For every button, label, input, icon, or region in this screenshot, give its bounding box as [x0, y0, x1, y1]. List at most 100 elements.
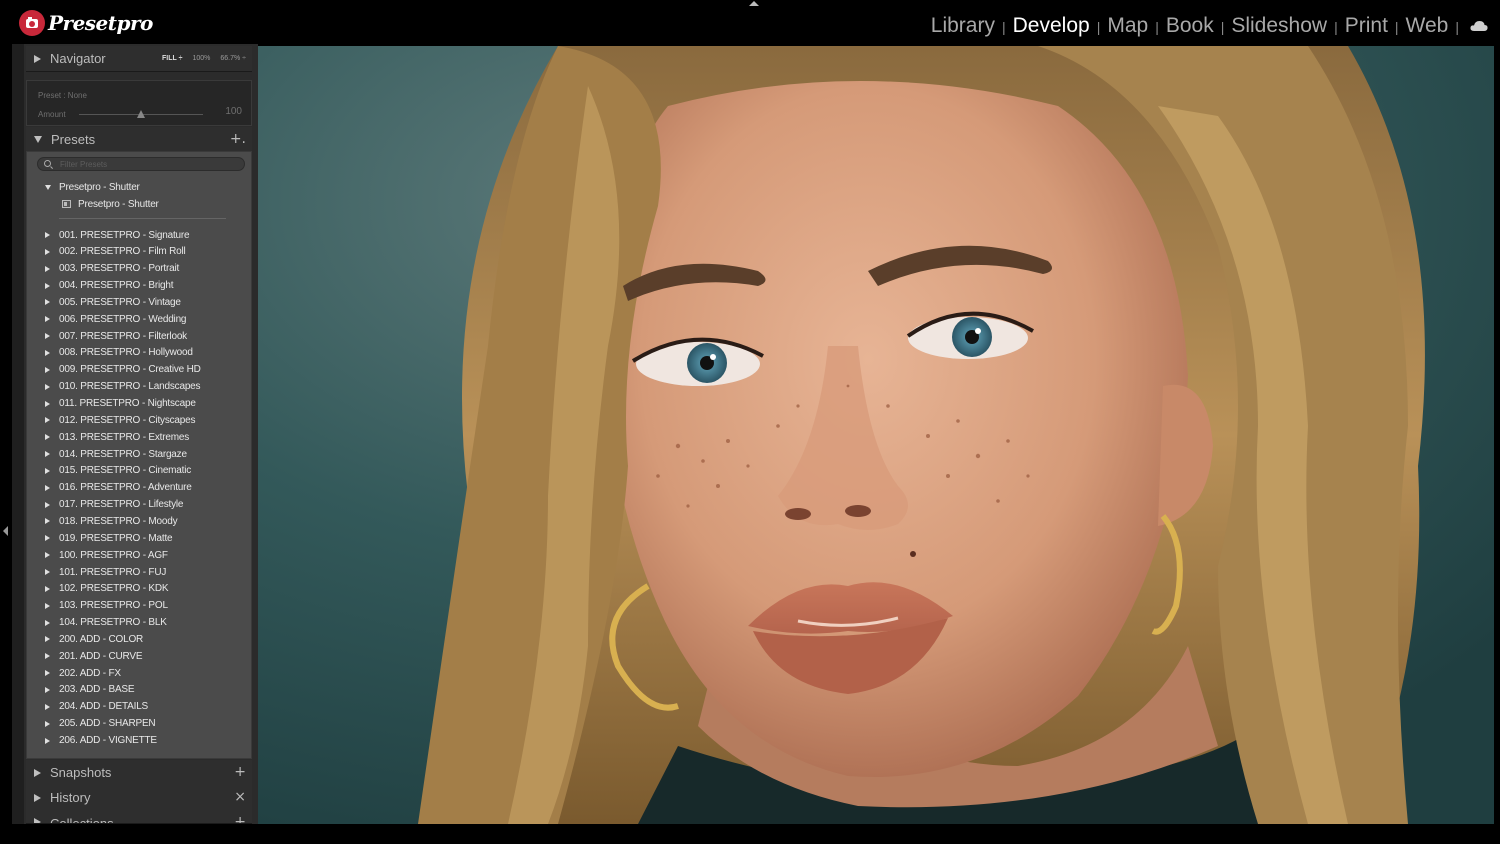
folder-expand-triangle-icon[interactable] [45, 451, 50, 458]
preset-folder[interactable]: 009. PRESETPRO - Creative HD [27, 362, 253, 378]
folder-expand-triangle-icon[interactable] [45, 535, 50, 542]
expand-triangle-icon[interactable] [34, 54, 41, 63]
folder-expand-triangle-icon[interactable] [45, 248, 50, 255]
folder-expand-triangle-icon[interactable] [45, 569, 50, 575]
preset-folder[interactable]: 204. ADD - DETAILS [27, 699, 253, 715]
preset-folder[interactable]: 015. PRESETPRO - Cinematic [27, 463, 253, 479]
folder-expand-triangle-icon[interactable] [45, 602, 50, 609]
preset-folder[interactable]: 101. PRESETPRO - FUJ [27, 564, 253, 580]
folder-collapse-triangle-icon[interactable] [45, 184, 51, 190]
preset-folder[interactable]: 007. PRESETPRO - Filterlook [27, 328, 253, 344]
preset-folder[interactable]: 010. PRESETPRO - Landscapes [27, 379, 253, 395]
folder-expand-triangle-icon[interactable] [45, 501, 50, 508]
preset-folder-expanded[interactable]: Presetpro - Shutter [27, 179, 253, 195]
preset-folder[interactable]: 103. PRESETPRO - POL [27, 598, 253, 614]
folder-expand-triangle-icon[interactable] [45, 417, 50, 424]
amount-value[interactable]: 100 [225, 106, 242, 117]
folder-expand-triangle-icon[interactable] [45, 720, 50, 727]
clear-history-button[interactable]: × [234, 789, 246, 805]
add-snapshot-button[interactable]: + [234, 764, 246, 780]
folder-expand-triangle-icon[interactable] [45, 636, 50, 643]
module-map[interactable]: Map [1107, 14, 1148, 38]
folder-expand-triangle-icon[interactable] [45, 619, 50, 626]
folder-expand-triangle-icon[interactable] [45, 333, 50, 340]
preset-folder[interactable]: 104. PRESETPRO - BLK [27, 615, 253, 631]
preset-folder[interactable]: 006. PRESETPRO - Wedding [27, 311, 253, 327]
module-print[interactable]: Print [1345, 14, 1388, 38]
preset-folder[interactable]: 002. PRESETPRO - Film Roll [27, 244, 253, 260]
preset-folder[interactable]: 014. PRESETPRO - Stargaze [27, 446, 253, 462]
folder-expand-triangle-icon[interactable] [45, 282, 50, 289]
preset-folder[interactable]: 013. PRESETPRO - Extremes [27, 429, 253, 445]
add-collection-button[interactable]: + [234, 814, 246, 823]
preset-item[interactable]: Presetpro - Shutter [27, 196, 253, 212]
folder-expand-triangle-icon[interactable] [45, 737, 50, 744]
folder-expand-triangle-icon[interactable] [45, 686, 50, 693]
folder-expand-triangle-icon[interactable] [45, 265, 50, 272]
preset-folder[interactable]: 201. ADD - CURVE [27, 648, 253, 664]
snapshots-header[interactable]: Snapshots + [26, 760, 252, 786]
module-book[interactable]: Book [1166, 14, 1214, 38]
preset-folder[interactable]: 019. PRESETPRO - Matte [27, 530, 253, 546]
preset-folder-label: 200. ADD - COLOR [59, 633, 144, 645]
filter-presets-field[interactable] [37, 157, 245, 171]
zoom-fill-option[interactable]: FILL ÷ [162, 55, 182, 62]
folder-expand-triangle-icon[interactable] [45, 349, 50, 356]
preset-folder-label: 019. PRESETPRO - Matte [59, 532, 173, 544]
folder-expand-triangle-icon[interactable] [45, 653, 50, 660]
folder-expand-triangle-icon[interactable] [45, 703, 50, 710]
amount-slider-thumb[interactable] [137, 110, 145, 118]
folder-expand-triangle-icon[interactable] [45, 518, 50, 525]
preset-folder[interactable]: 016. PRESETPRO - Adventure [27, 480, 253, 496]
preset-folder[interactable]: 018. PRESETPRO - Moody [27, 513, 253, 529]
collapse-top-panel-arrow-icon[interactable] [749, 1, 759, 6]
preset-folder[interactable]: 100. PRESETPRO - AGF [27, 547, 253, 563]
preset-folder[interactable]: 200. ADD - COLOR [27, 631, 253, 647]
navigator-header[interactable]: Navigator FILL ÷ 100% 66.7% ÷ [26, 46, 252, 72]
collapse-left-panel-arrow-icon[interactable] [3, 526, 8, 536]
cloud-icon[interactable] [1470, 19, 1488, 33]
photo-canvas[interactable] [258, 46, 1494, 824]
expand-triangle-icon[interactable] [34, 793, 41, 802]
zoom-100-option[interactable]: 100% [192, 55, 210, 62]
add-preset-button[interactable]: +. [230, 131, 246, 147]
collections-header[interactable]: Collections + [26, 810, 252, 824]
preset-folder[interactable]: 102. PRESETPRO - KDK [27, 581, 253, 597]
module-web[interactable]: Web [1406, 14, 1449, 38]
module-slideshow[interactable]: Slideshow [1231, 14, 1327, 38]
module-library[interactable]: Library [931, 14, 995, 38]
preset-folder[interactable]: 202. ADD - FX [27, 665, 253, 681]
left-panel-edge[interactable] [0, 44, 12, 824]
module-develop[interactable]: Develop [1013, 14, 1090, 38]
folder-expand-triangle-icon[interactable] [45, 552, 50, 559]
folder-expand-triangle-icon[interactable] [45, 434, 50, 441]
folder-expand-triangle-icon[interactable] [45, 299, 50, 306]
preset-folder[interactable]: 008. PRESETPRO - Hollywood [27, 345, 253, 361]
folder-expand-triangle-icon[interactable] [45, 366, 50, 373]
preset-folder[interactable]: 011. PRESETPRO - Nightscape [27, 396, 253, 412]
presets-header[interactable]: Presets +. [26, 127, 252, 153]
preset-folder[interactable]: 004. PRESETPRO - Bright [27, 278, 253, 294]
preset-folder[interactable]: 003. PRESETPRO - Portrait [27, 261, 253, 277]
preset-folder[interactable]: 005. PRESETPRO - Vintage [27, 294, 253, 310]
folder-expand-triangle-icon[interactable] [45, 670, 50, 677]
preset-folder[interactable]: 001. PRESETPRO - Signature [27, 227, 253, 243]
folder-expand-triangle-icon[interactable] [45, 467, 50, 474]
collapse-triangle-icon[interactable] [34, 136, 42, 143]
folder-expand-triangle-icon[interactable] [45, 400, 50, 407]
folder-expand-triangle-icon[interactable] [45, 484, 50, 491]
history-header[interactable]: History × [26, 785, 252, 811]
preset-folder[interactable]: 203. ADD - BASE [27, 682, 253, 698]
filter-presets-input[interactable] [60, 159, 240, 170]
folder-expand-triangle-icon[interactable] [45, 316, 50, 323]
preset-folder-label: 101. PRESETPRO - FUJ [59, 566, 167, 578]
expand-triangle-icon[interactable] [34, 768, 41, 777]
folder-expand-triangle-icon[interactable] [45, 232, 50, 238]
preset-folder[interactable]: 012. PRESETPRO - Cityscapes [27, 412, 253, 428]
folder-expand-triangle-icon[interactable] [45, 383, 50, 390]
preset-folder[interactable]: 017. PRESETPRO - Lifestyle [27, 497, 253, 513]
preset-folder[interactable]: 205. ADD - SHARPEN [27, 716, 253, 732]
preset-folder[interactable]: 206. ADD - VIGNETTE [27, 733, 253, 749]
folder-expand-triangle-icon[interactable] [45, 585, 50, 592]
zoom-custom-option[interactable]: 66.7% ÷ [220, 55, 246, 62]
